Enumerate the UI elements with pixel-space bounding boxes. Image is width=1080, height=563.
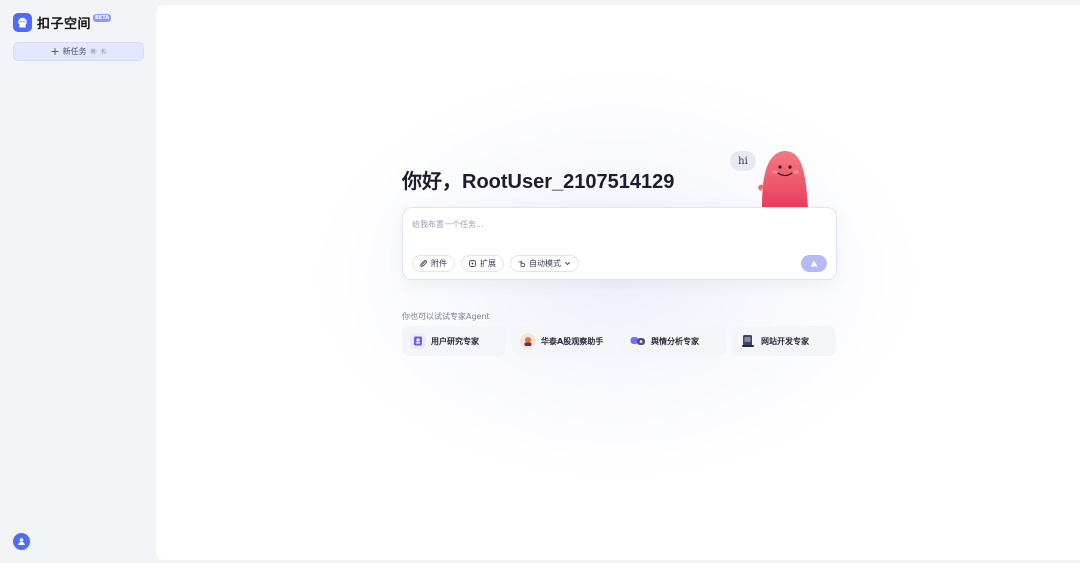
- agent-label: 华泰A股观察助手: [541, 336, 604, 346]
- mode-label: 自动模式: [529, 259, 561, 268]
- task-composer: 附件 扩展 自动模式: [402, 207, 837, 280]
- new-task-button[interactable]: + 新任务 ⌘ K: [13, 42, 144, 61]
- web-dev-icon: [740, 333, 756, 349]
- user-icon: [18, 538, 25, 545]
- send-button[interactable]: [801, 255, 827, 272]
- extend-label: 扩展: [480, 259, 496, 268]
- task-input[interactable]: [412, 217, 812, 231]
- mode-selector[interactable]: 自动模式: [510, 255, 579, 272]
- expert-agents-label: 你也可以试试专家Agent: [402, 312, 490, 321]
- attach-label: 附件: [431, 259, 447, 268]
- agent-label: 舆情分析专家: [651, 336, 699, 346]
- agent-card-sentiment-analysis[interactable]: 舆情分析专家: [622, 326, 726, 356]
- agent-card-web-dev[interactable]: 网站开发专家: [732, 326, 836, 356]
- stock-observer-icon: [520, 333, 536, 349]
- greeting-title: 你好，RootUser_2107514129: [402, 171, 675, 193]
- expert-agents-list: 用户研究专家 华泰A股观察助手 舆情分析专家 网站开发专家: [402, 326, 836, 356]
- attach-button[interactable]: 附件: [412, 255, 455, 272]
- agent-label: 网站开发专家: [761, 336, 809, 346]
- sentiment-analysis-icon: [630, 333, 646, 349]
- auto-mode-icon: [518, 260, 525, 267]
- mascot-speech-bubble: hi: [730, 151, 756, 171]
- beta-badge: BETA: [93, 13, 112, 22]
- paperclip-icon: [420, 260, 428, 268]
- shortcut-key-k: K: [99, 48, 107, 55]
- extension-icon: [469, 260, 476, 267]
- new-task-label: 新任务: [62, 47, 87, 56]
- composer-toolbar: 附件 扩展 自动模式: [412, 255, 579, 272]
- app-root: 扣子空间 BETA + 新任务 ⌘ K 你好，RootUser_21075141…: [0, 0, 1080, 563]
- app-logo[interactable]: 扣子空间 BETA: [13, 13, 112, 32]
- agent-card-user-research[interactable]: 用户研究专家: [402, 326, 506, 356]
- chevron-down-icon: [565, 262, 570, 266]
- logo-icon: [13, 13, 32, 32]
- sidebar: 扣子空间 BETA + 新任务 ⌘ K: [0, 0, 156, 563]
- user-research-icon: [410, 333, 426, 349]
- plus-icon: +: [50, 45, 60, 58]
- app-name: 扣子空间: [37, 17, 92, 32]
- extend-button[interactable]: 扩展: [461, 255, 504, 272]
- main-panel: 你好，RootUser_2107514129 hi 给我布置一个任务... 附件…: [156, 5, 1080, 560]
- shortcut-key-cmd: ⌘: [89, 48, 97, 55]
- agent-label: 用户研究专家: [431, 336, 479, 346]
- agent-card-stock-observer[interactable]: 华泰A股观察助手: [512, 326, 616, 356]
- user-avatar[interactable]: [13, 533, 30, 550]
- send-arrow-icon: [810, 260, 818, 267]
